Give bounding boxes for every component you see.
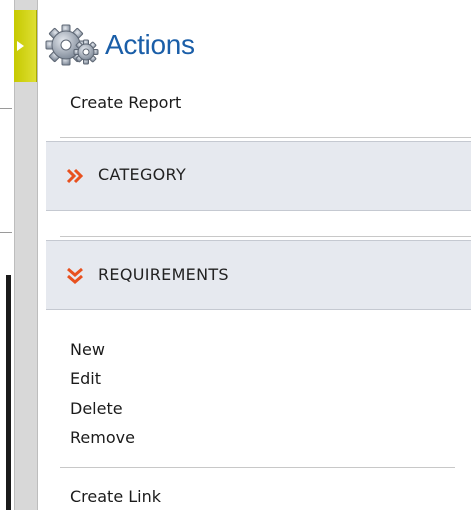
collapse-handle[interactable]	[14, 10, 37, 82]
delete-link[interactable]: Delete	[70, 399, 123, 418]
remove-link[interactable]: Remove	[70, 428, 135, 447]
frame-divider	[0, 108, 12, 109]
create-report-link[interactable]: Create Report	[70, 93, 181, 112]
divider	[60, 467, 455, 468]
divider	[60, 137, 471, 138]
section-requirements-label: REQUIREMENTS	[98, 265, 229, 284]
panel-header: Actions	[38, 16, 471, 72]
frame-divider	[0, 232, 12, 233]
section-category[interactable]: CATEGORY	[46, 141, 471, 211]
section-category-label: CATEGORY	[98, 165, 187, 184]
chevron-double-right-icon	[66, 168, 84, 184]
edit-link[interactable]: Edit	[70, 369, 101, 388]
new-link[interactable]: New	[70, 340, 105, 359]
actions-panel: Actions Create Report CATEGORY REQUIREME…	[38, 0, 471, 510]
left-frame-edge	[0, 0, 15, 510]
gear-icon	[45, 24, 99, 66]
frame-shadow	[6, 275, 11, 510]
section-requirements[interactable]: REQUIREMENTS	[46, 240, 471, 310]
arrow-right-icon	[17, 41, 24, 51]
panel-title: Actions	[105, 29, 195, 60]
divider	[60, 236, 471, 237]
chevron-double-down-icon	[67, 267, 83, 284]
create-link-link[interactable]: Create Link	[70, 487, 161, 506]
